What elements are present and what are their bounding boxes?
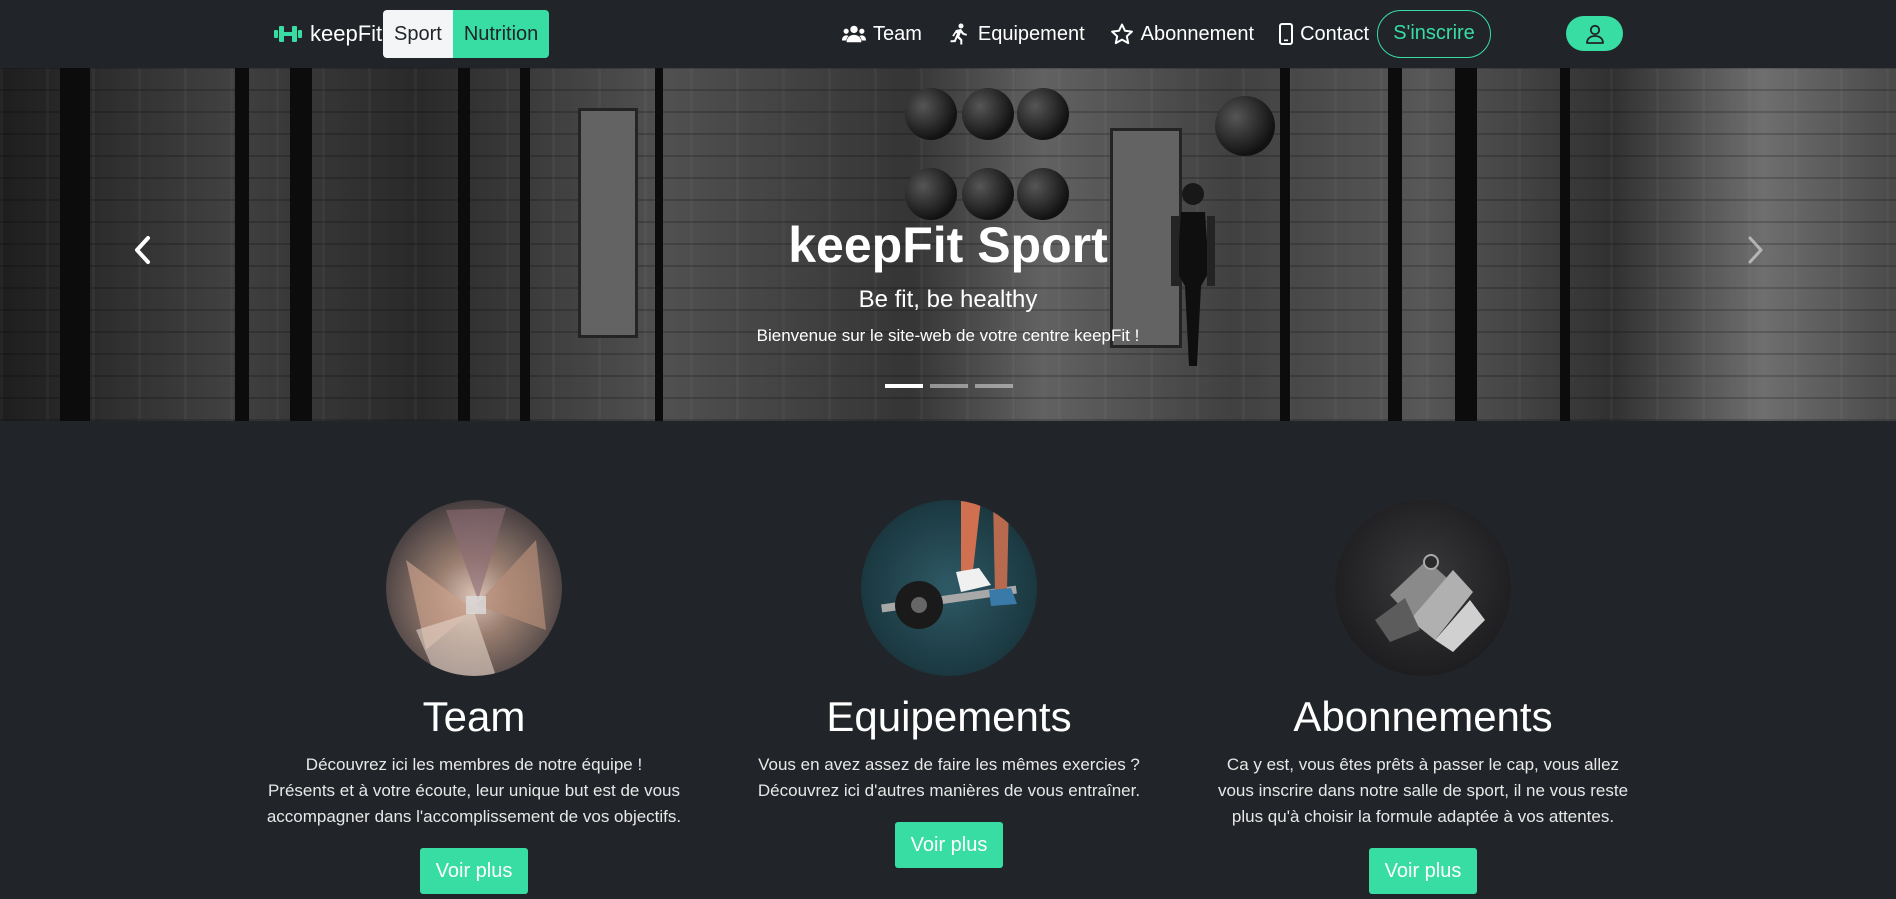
- brand-name: keepFit: [310, 21, 383, 46]
- nav-link-equipement[interactable]: Equipement: [947, 23, 1085, 46]
- hero-title: keepFit Sport: [788, 217, 1108, 273]
- users-icon: [842, 25, 866, 43]
- team-image: [386, 500, 562, 676]
- nav-link-contact[interactable]: Contact: [1279, 23, 1369, 46]
- nav-links: Team Equipement Abonnement Contact: [842, 10, 1394, 58]
- equipment-more-button[interactable]: Voir plus: [894, 822, 1004, 869]
- carousel-indicator[interactable]: [885, 384, 923, 388]
- running-icon: [950, 23, 967, 45]
- feature-equipements: Equipements Vous en avez assez de faire …: [729, 500, 1169, 869]
- equipment-image: [861, 500, 1037, 676]
- carousel-indicator[interactable]: [930, 384, 968, 388]
- feature-title: Abonnements: [1293, 693, 1553, 740]
- mobile-icon: [1279, 23, 1294, 45]
- feature-team: Team Découvrez ici les membres de notre …: [254, 500, 694, 895]
- subscription-more-button[interactable]: Voir plus: [1368, 848, 1478, 895]
- user-icon: [1585, 24, 1604, 44]
- feature-title: Team: [422, 693, 526, 740]
- nav-link-label: Team: [873, 22, 922, 45]
- segment-sport[interactable]: Sport: [383, 10, 453, 58]
- subscription-image: [1335, 500, 1511, 676]
- carousel-indicator[interactable]: [975, 384, 1013, 388]
- feature-abonnements: Abonnements Ca y est, vous êtes prêts à …: [1203, 500, 1643, 895]
- star-icon: [1110, 23, 1133, 45]
- user-account-button[interactable]: [1566, 16, 1623, 51]
- nav-link-label: Abonnement: [1140, 22, 1255, 45]
- hero-subtitle: Be fit, be healthy: [858, 286, 1038, 313]
- segment-nutrition[interactable]: Nutrition: [452, 10, 550, 58]
- nav-link-label: Equipement: [977, 22, 1085, 45]
- carousel-indicators: [885, 384, 1013, 388]
- dumbbell-icon: [274, 26, 302, 42]
- nav-link-label: Contact: [1300, 22, 1370, 45]
- feature-description: Ca y est, vous êtes prêts à passer le ca…: [1217, 755, 1629, 827]
- feature-description: Vous en avez assez de faire les mêmes ex…: [757, 755, 1141, 801]
- hero-text: Bienvenue sur le site-web de votre centr…: [756, 326, 1140, 345]
- team-more-button[interactable]: Voir plus: [419, 848, 529, 895]
- feature-title: Equipements: [826, 693, 1072, 740]
- signup-button[interactable]: S'inscrire: [1377, 10, 1491, 58]
- brand-link[interactable]: keepFit: [274, 18, 382, 50]
- nav-link-team[interactable]: Team: [842, 23, 922, 46]
- feature-description: Découvrez ici les membres de notre équip…: [266, 755, 682, 827]
- hero-carousel: keepFit Sport Be fit, be healthy Bienven…: [0, 68, 1896, 421]
- nav-link-abonnement[interactable]: Abonnement: [1110, 23, 1254, 46]
- section-switch: Sport Nutrition: [383, 10, 550, 58]
- navbar: keepFit Sport Nutrition Team Equipement: [0, 0, 1896, 68]
